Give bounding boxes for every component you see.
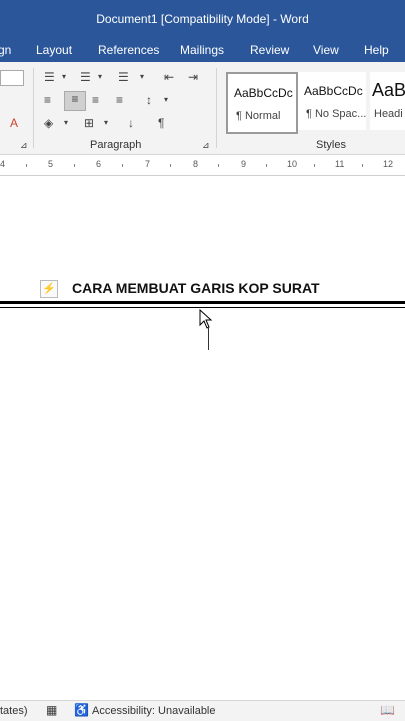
title-bar: Document1 [Compatibility Mode] - Word: [0, 0, 405, 38]
line-spacing-icon[interactable]: ↕: [146, 93, 152, 107]
status-bar: tates) ▦ ♿ Accessibility: Unavailable 📖: [0, 700, 405, 721]
style-heading[interactable]: AaB Headi: [370, 72, 405, 130]
language-status[interactable]: tates): [0, 705, 28, 717]
tab-design[interactable]: gn: [0, 43, 11, 57]
macro-icon[interactable]: ▦: [46, 703, 57, 717]
ruler-tick: 4: [0, 159, 6, 169]
mouse-pointer-icon: [199, 309, 213, 329]
document-heading[interactable]: CARA MEMBUAT GARIS KOP SURAT: [72, 280, 320, 296]
chevron-down-icon[interactable]: ▾: [104, 116, 108, 130]
decrease-indent-icon[interactable]: ⇤: [164, 70, 174, 84]
align-center-icon[interactable]: ≡: [64, 91, 86, 111]
read-mode-icon[interactable]: 📖: [380, 703, 395, 717]
ruler-tick: 8: [193, 159, 199, 169]
document-page[interactable]: ⚡ CARA MEMBUAT GARIS KOP SURAT: [0, 176, 405, 696]
text-cursor: [208, 328, 209, 350]
chevron-down-icon[interactable]: ▾: [164, 93, 168, 107]
ruler-tick: 9: [241, 159, 247, 169]
ruler-tick: 7: [145, 159, 151, 169]
shading-icon[interactable]: ◈: [44, 116, 53, 130]
ruler-mark: [314, 164, 315, 167]
ruler-mark: [218, 164, 219, 167]
dialog-launcher-icon[interactable]: ⊿: [20, 138, 28, 152]
chevron-down-icon[interactable]: ▾: [98, 70, 102, 84]
accessibility-status[interactable]: Accessibility: Unavailable: [92, 705, 216, 717]
style-no-spacing[interactable]: AaBbCcDc ¶ No Spac...: [298, 72, 366, 130]
font-color-icon[interactable]: A: [10, 116, 18, 130]
tab-review[interactable]: Review: [250, 43, 289, 57]
chevron-down-icon[interactable]: ▾: [140, 70, 144, 84]
ribbon: A ☰ ▾ ☰ ▾ ☰ ▾ ⇤ ⇥ ≡ ≡ ≡ ≡ ↕ ▾ ◈ ▾ ⊞ ▾ ↓ …: [0, 62, 405, 155]
chevron-down-icon[interactable]: ▾: [64, 116, 68, 130]
align-left-icon[interactable]: ≡: [44, 93, 51, 107]
ruler-mark: [26, 164, 27, 167]
ruler-tick: 6: [96, 159, 102, 169]
accessibility-icon[interactable]: ♿: [74, 703, 89, 717]
show-marks-icon[interactable]: ¶: [158, 116, 164, 130]
tab-mailings[interactable]: Mailings: [180, 43, 224, 57]
style-sample: AaBbCcDc: [234, 86, 293, 100]
divider: [216, 68, 217, 148]
anchor-icon[interactable]: ⚡: [40, 280, 58, 298]
ribbon-tabs: gn Layout References Mailings Review Vie…: [0, 38, 405, 62]
increase-indent-icon[interactable]: ⇥: [188, 70, 198, 84]
letterhead-thick-line[interactable]: [0, 301, 405, 304]
chevron-down-icon[interactable]: ▾: [62, 70, 66, 84]
ruler-mark: [74, 164, 75, 167]
bullets-icon[interactable]: ☰: [44, 70, 55, 84]
style-name: ¶ Normal: [236, 110, 281, 122]
dialog-launcher-icon[interactable]: ⊿: [202, 138, 210, 152]
style-sample: AaB: [372, 80, 405, 100]
horizontal-ruler[interactable]: 4 5 6 7 8 9 10 11 12: [0, 155, 405, 176]
align-right-icon[interactable]: ≡: [92, 93, 99, 107]
letterhead-thin-line[interactable]: [0, 307, 405, 308]
divider: [33, 68, 34, 148]
ruler-tick: 12: [383, 159, 394, 169]
multilevel-list-icon[interactable]: ☰: [118, 70, 129, 84]
ruler-mark: [266, 164, 267, 167]
group-label-paragraph: Paragraph: [90, 139, 142, 151]
style-sample: AaBbCcDc: [304, 84, 363, 98]
ruler-tick: 10: [287, 159, 298, 169]
tab-help[interactable]: Help: [364, 43, 389, 57]
ruler-tick: 5: [48, 159, 54, 169]
style-normal[interactable]: AaBbCcDc ¶ Normal: [226, 72, 298, 134]
style-name: ¶ No Spac...: [306, 108, 367, 120]
font-size-dropdown[interactable]: [0, 70, 24, 86]
style-name: Headi: [374, 108, 403, 120]
tab-layout[interactable]: Layout: [36, 43, 72, 57]
ruler-mark: [122, 164, 123, 167]
ruler-mark: [362, 164, 363, 167]
tab-references[interactable]: References: [98, 43, 159, 57]
tab-view[interactable]: View: [313, 43, 339, 57]
numbering-icon[interactable]: ☰: [80, 70, 91, 84]
justify-icon[interactable]: ≡: [116, 93, 123, 107]
ruler-tick: 11: [335, 159, 345, 169]
borders-icon[interactable]: ⊞: [84, 116, 94, 130]
sort-icon[interactable]: ↓: [128, 116, 134, 130]
window-title: Document1 [Compatibility Mode] - Word: [96, 12, 309, 26]
ruler-mark: [170, 164, 171, 167]
group-label-styles: Styles: [316, 139, 346, 151]
